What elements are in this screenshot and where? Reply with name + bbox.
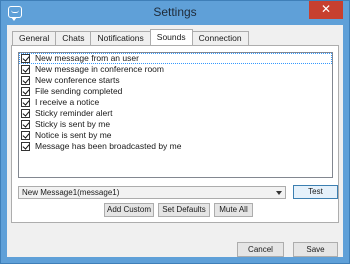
list-item[interactable]: Sticky reminder alert [19,108,332,119]
tab-strip: General Chats Notifications Sounds Conne… [12,29,249,45]
list-item[interactable]: Sticky is sent by me [19,119,332,130]
tab-general[interactable]: General [12,31,57,45]
list-item-label: File sending completed [35,86,123,96]
mute-all-button[interactable]: Mute All [214,203,253,217]
list-item[interactable]: File sending completed [19,86,332,97]
tab-connection[interactable]: Connection [191,31,249,45]
tab-notifications[interactable]: Notifications [90,31,151,45]
checkbox[interactable] [21,65,30,74]
sound-file-select[interactable]: New Message1(message1) [18,186,286,199]
list-item[interactable]: New message from an user [19,53,332,64]
list-item[interactable]: I receive a notice [19,97,332,108]
list-item[interactable]: New message in conference room [19,64,332,75]
list-item[interactable]: Message has been broadcasted by me [19,141,332,152]
checkbox[interactable] [21,120,30,129]
list-item[interactable]: New conference starts [19,75,332,86]
checkbox[interactable] [21,98,30,107]
add-custom-button[interactable]: Add Custom [104,203,154,217]
checkbox[interactable] [21,131,30,140]
chevron-down-icon [276,191,282,195]
list-item[interactable]: Notice is sent by me [19,130,332,141]
sounds-panel: New message from an user New message in … [11,45,339,223]
window-title: Settings [153,5,197,19]
list-item-label: Sticky reminder alert [35,108,113,118]
list-item-label: Sticky is sent by me [35,119,111,129]
tab-sounds[interactable]: Sounds [149,29,193,45]
checkbox[interactable] [21,76,30,85]
list-item-label: Notice is sent by me [35,130,112,140]
dialog-body: General Chats Notifications Sounds Conne… [7,25,343,257]
list-item-label: New message in conference room [35,64,164,74]
settings-window: Settings ✕ General Chats Notifications S… [0,0,350,264]
sound-events-list[interactable]: New message from an user New message in … [18,52,333,178]
title-bar[interactable]: Settings ✕ [1,1,349,25]
sound-file-value: New Message1(message1) [22,188,120,197]
list-item-label: New message from an user [35,53,139,63]
checkbox[interactable] [21,109,30,118]
test-button[interactable]: Test [293,185,338,199]
close-button[interactable]: ✕ [309,1,343,19]
save-button[interactable]: Save [293,242,338,257]
list-item-label: New conference starts [35,75,120,85]
list-item-label: I receive a notice [35,97,100,107]
set-defaults-button[interactable]: Set Defaults [158,203,210,217]
checkbox[interactable] [21,87,30,96]
list-item-label: Message has been broadcasted by me [35,141,182,151]
cancel-button[interactable]: Cancel [237,242,284,257]
tab-chats[interactable]: Chats [55,31,92,45]
checkbox[interactable] [21,142,30,151]
checkbox[interactable] [21,54,30,63]
